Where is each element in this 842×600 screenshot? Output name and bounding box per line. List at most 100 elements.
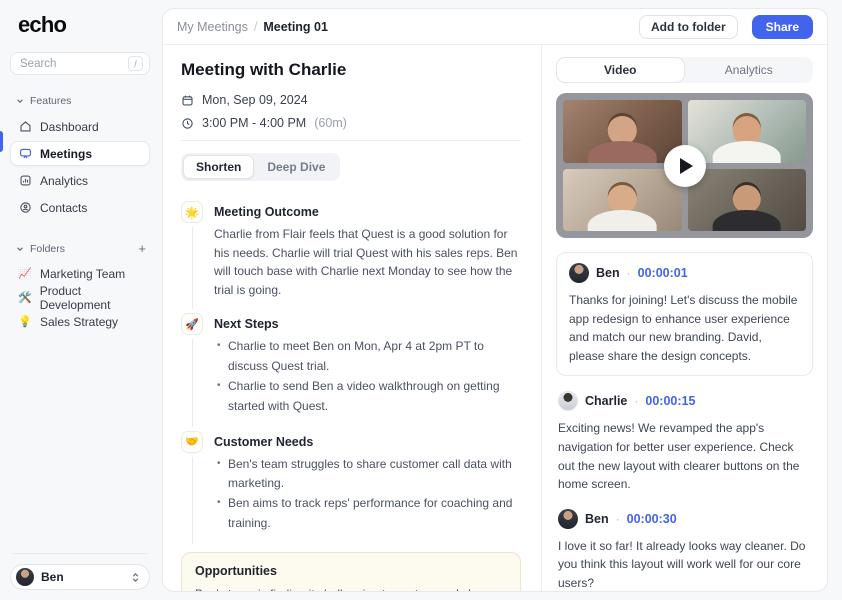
- star-icon: 🌟: [181, 201, 203, 223]
- chevron-down-icon: [17, 246, 23, 251]
- breadcrumb-parent[interactable]: My Meetings: [177, 20, 248, 34]
- search-box[interactable]: /: [10, 52, 150, 75]
- divider: [181, 140, 521, 141]
- video-player[interactable]: [556, 93, 813, 238]
- summary-section-meeting-outcome: 🌟 Meeting Outcome Charlie from Flair fee…: [181, 201, 521, 313]
- section-text: Charlie from Flair feels that Quest is a…: [214, 227, 518, 297]
- search-shortcut-key: /: [128, 56, 143, 71]
- transcript-text: I love it so far! It already looks way c…: [558, 538, 806, 590]
- video-thumbnail: [563, 168, 682, 231]
- summary-section-customer-needs: 🤝 Customer Needs Ben's team struggles to…: [181, 430, 521, 548]
- chevron-updown-icon: [132, 572, 139, 582]
- sidebar: echo / Features Dashboard Meetings Analy…: [0, 0, 158, 600]
- shorten-button[interactable]: Shorten: [183, 155, 255, 179]
- folders-section-header[interactable]: Folders +: [16, 242, 148, 255]
- video-thumbnail: [563, 100, 682, 163]
- meeting-time-row: 3:00 PM - 4:00 PM (60m): [181, 116, 521, 130]
- play-button[interactable]: [663, 144, 706, 187]
- meeting-duration: (60m): [314, 116, 347, 130]
- hammer-wrench-icon: 🛠️: [18, 291, 32, 304]
- transcript-list: Ben · 00:00:01 Thanks for joining! Let's…: [556, 252, 813, 591]
- analytics-icon: [20, 175, 31, 186]
- sidebar-folder-product-development[interactable]: 🛠️ Product Development: [10, 284, 150, 312]
- meeting-date: Mon, Sep 09, 2024: [202, 93, 308, 107]
- tab-analytics[interactable]: Analytics: [685, 57, 814, 83]
- features-section-header[interactable]: Features: [16, 95, 148, 107]
- panel-tabs: Video Analytics: [556, 57, 813, 83]
- bullet-item: Charlie to send Ben a video walkthrough …: [214, 377, 521, 417]
- timestamp-link[interactable]: 00:00:30: [627, 512, 677, 526]
- section-connector: [191, 456, 193, 544]
- sidebar-item-label: Meetings: [40, 146, 93, 161]
- bullet-item: Charlie to meet Ben on Mon, Apr 4 at 2pm…: [214, 337, 521, 377]
- section-title: Customer Needs: [214, 434, 314, 449]
- user-switcher[interactable]: Ben: [10, 564, 150, 590]
- section-connector: [191, 339, 193, 427]
- media-column: Video Analytics Ben · 00:00:01 Thanks fo…: [542, 45, 827, 591]
- app-logo: echo: [18, 12, 67, 37]
- speaker-name: Ben: [596, 266, 620, 280]
- timestamp-link[interactable]: 00:00:01: [638, 266, 688, 280]
- opportunities-callout: Opportunities Ben's team is finding it c…: [181, 551, 521, 591]
- speaker-name: Ben: [585, 511, 609, 526]
- summary-mode-toggle: Shorten Deep Dive: [181, 153, 341, 181]
- timestamp-link[interactable]: 00:00:15: [645, 394, 695, 408]
- folder-label: Product Development: [39, 284, 111, 312]
- sidebar-item-meetings[interactable]: Meetings: [10, 141, 150, 166]
- bullet-item: Ben aims to track reps' performance for …: [214, 494, 521, 534]
- user-name: Ben: [41, 570, 64, 584]
- transcript-entry[interactable]: Charlie · 00:00:15 Exciting news! We rev…: [556, 391, 813, 493]
- avatar: [558, 508, 578, 529]
- deep-dive-button[interactable]: Deep Dive: [254, 155, 338, 179]
- video-thumbnail: [687, 100, 806, 163]
- home-icon: [20, 121, 31, 132]
- clock-icon: [182, 117, 193, 129]
- opportunities-title: Opportunities: [195, 563, 277, 578]
- transcript-entry[interactable]: Ben · 00:00:30 I love it so far! It alre…: [556, 508, 813, 591]
- sidebar-item-label: Analytics: [40, 173, 89, 188]
- sidebar-item-label: Contacts: [40, 200, 88, 215]
- play-icon: [680, 157, 693, 174]
- meetings-icon: [20, 148, 31, 159]
- folder-label: Marketing Team: [40, 267, 126, 281]
- folders-section-label: Folders: [30, 242, 66, 255]
- sidebar-item-contacts[interactable]: Contacts: [10, 195, 150, 220]
- features-section-label: Features: [30, 95, 72, 107]
- meeting-title: Meeting with Charlie: [181, 60, 347, 79]
- search-input[interactable]: [20, 57, 122, 70]
- add-folder-button[interactable]: +: [136, 242, 148, 255]
- add-to-folder-button[interactable]: Add to folder: [638, 14, 738, 39]
- contacts-icon: [20, 202, 31, 213]
- sidebar-folder-marketing-team[interactable]: 📈 Marketing Team: [10, 262, 150, 286]
- section-connector: [191, 227, 193, 310]
- transcript-text: Thanks for joining! Let's discuss the mo…: [569, 293, 798, 363]
- breadcrumb-separator: /: [253, 19, 258, 34]
- section-title: Next Steps: [214, 317, 279, 332]
- topbar: My Meetings / Meeting 01 Add to folder S…: [163, 9, 827, 45]
- sidebar-folder-sales-strategy[interactable]: 💡 Sales Strategy: [10, 310, 150, 334]
- transcript-entry[interactable]: Ben · 00:00:01 Thanks for joining! Let's…: [556, 252, 813, 377]
- sidebar-item-dashboard[interactable]: Dashboard: [10, 114, 150, 139]
- avatar: [558, 391, 578, 412]
- chevron-down-icon: [17, 99, 23, 104]
- avatar: [569, 263, 589, 283]
- opportunities-text: Ben's team is finding it challenging to …: [195, 585, 507, 591]
- sidebar-item-analytics[interactable]: Analytics: [10, 168, 150, 193]
- main-card: My Meetings / Meeting 01 Add to folder S…: [162, 8, 828, 592]
- meeting-date-row: Mon, Sep 09, 2024: [181, 93, 521, 107]
- folder-label: Sales Strategy: [40, 315, 119, 329]
- transcript-text: Exciting news! We revamped the app's nav…: [558, 421, 800, 492]
- light-bulb-icon: 💡: [18, 315, 32, 328]
- video-thumbnail: [687, 168, 806, 231]
- summary-section-next-steps: 🚀 Next Steps Charlie to meet Ben on Mon,…: [181, 313, 521, 430]
- share-button[interactable]: Share: [751, 14, 813, 39]
- meeting-time: 3:00 PM - 4:00 PM: [202, 116, 307, 130]
- bullet-item: Ben's team struggles to share customer c…: [214, 455, 521, 495]
- chart-increasing-icon: 📈: [18, 267, 32, 280]
- rocket-icon: 🚀: [181, 313, 203, 336]
- handshake-icon: 🤝: [181, 430, 203, 453]
- tab-video[interactable]: Video: [556, 57, 685, 83]
- divider: [12, 553, 148, 554]
- section-title: Meeting Outcome: [214, 205, 319, 219]
- avatar: [16, 568, 34, 586]
